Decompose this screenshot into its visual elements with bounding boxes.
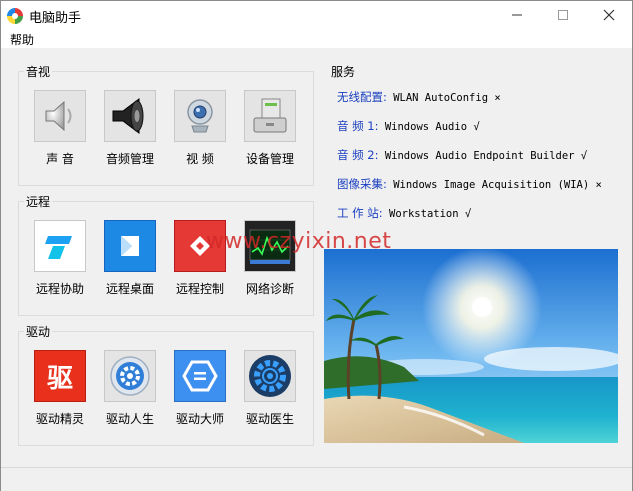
remote-assist-icon	[34, 220, 86, 272]
remote-tile-label: 远程控制	[175, 282, 224, 296]
window-title: 电脑助手	[29, 11, 82, 26]
service-row: 图像采集: Windows Image Acquisition (WIA) ×	[337, 176, 602, 192]
webcam-icon	[174, 90, 226, 142]
service-value: WLAN AutoConfig ×	[393, 92, 501, 104]
loudspeaker-icon	[104, 90, 156, 142]
driver-tile-label: 驱动医生	[245, 412, 294, 426]
av-tile-label: 视 频	[186, 152, 214, 166]
service-row: 音 频 2: Windows Audio Endpoint Builder √	[337, 147, 587, 163]
device-manager-icon	[244, 90, 296, 142]
av-tile-label: 设备管理	[245, 152, 294, 166]
close-icon	[603, 9, 615, 21]
maximize-button[interactable]	[540, 1, 586, 29]
av-group-title: 音视	[24, 63, 53, 80]
service-key: 音 频 1:	[337, 119, 379, 133]
minimize-button[interactable]	[494, 1, 540, 29]
driver-genius-glyph: 驱	[46, 363, 73, 394]
service-key: 音 频 2:	[337, 148, 379, 162]
remote-desktop-icon	[104, 220, 156, 272]
status-bar	[1, 467, 632, 491]
driver-tile-label: 驱动大师	[175, 412, 224, 426]
service-value: Windows Audio Endpoint Builder √	[384, 150, 588, 162]
beach-photo	[324, 249, 618, 443]
av-tile-label: 声 音	[46, 152, 74, 166]
maximize-icon	[558, 10, 568, 20]
driver-tile-label: 驱动精灵	[35, 412, 84, 426]
watermark-text: www.czyixin.net	[206, 229, 392, 254]
menu-help[interactable]: 帮助	[10, 31, 34, 48]
driver-master-icon	[174, 350, 226, 402]
remote-group-title: 远程	[24, 193, 53, 210]
driver-group-title: 驱动	[24, 323, 53, 340]
close-button[interactable]	[586, 1, 632, 29]
title-bar: 电脑助手	[1, 1, 632, 29]
service-key: 工 作 站:	[337, 206, 383, 220]
app-logo-icon	[7, 8, 23, 24]
remote-tile-label: 远程协助	[35, 282, 84, 296]
service-value: Workstation √	[389, 208, 472, 220]
service-row: 无线配置: WLAN AutoConfig ×	[337, 89, 501, 105]
driver-genius-icon: 驱	[34, 350, 86, 402]
remote-tile-label: 网络诊断	[245, 282, 294, 296]
av-tile-label: 音频管理	[105, 152, 154, 166]
service-row: 音 频 1: Windows Audio √	[337, 118, 480, 134]
app-window: 电脑助手 帮助 音视 声 音 音频管理 视 频 设备管理 远程 远程协助 远程桌…	[0, 0, 633, 491]
driver-life-icon	[104, 350, 156, 402]
minimize-icon	[512, 14, 522, 16]
service-value: Windows Image Acquisition (WIA) ×	[393, 179, 602, 191]
services-title: 服务	[331, 65, 356, 79]
service-key: 图像采集:	[337, 177, 387, 191]
speaker-icon	[34, 90, 86, 142]
driver-tile-label: 驱动人生	[105, 412, 154, 426]
driver-doctor-icon	[244, 350, 296, 402]
remote-tile-label: 远程桌面	[105, 282, 154, 296]
service-key: 无线配置:	[337, 90, 387, 104]
menu-bar: 帮助	[1, 29, 632, 48]
service-value: Windows Audio √	[384, 121, 480, 133]
service-row: 工 作 站: Workstation √	[337, 205, 471, 221]
